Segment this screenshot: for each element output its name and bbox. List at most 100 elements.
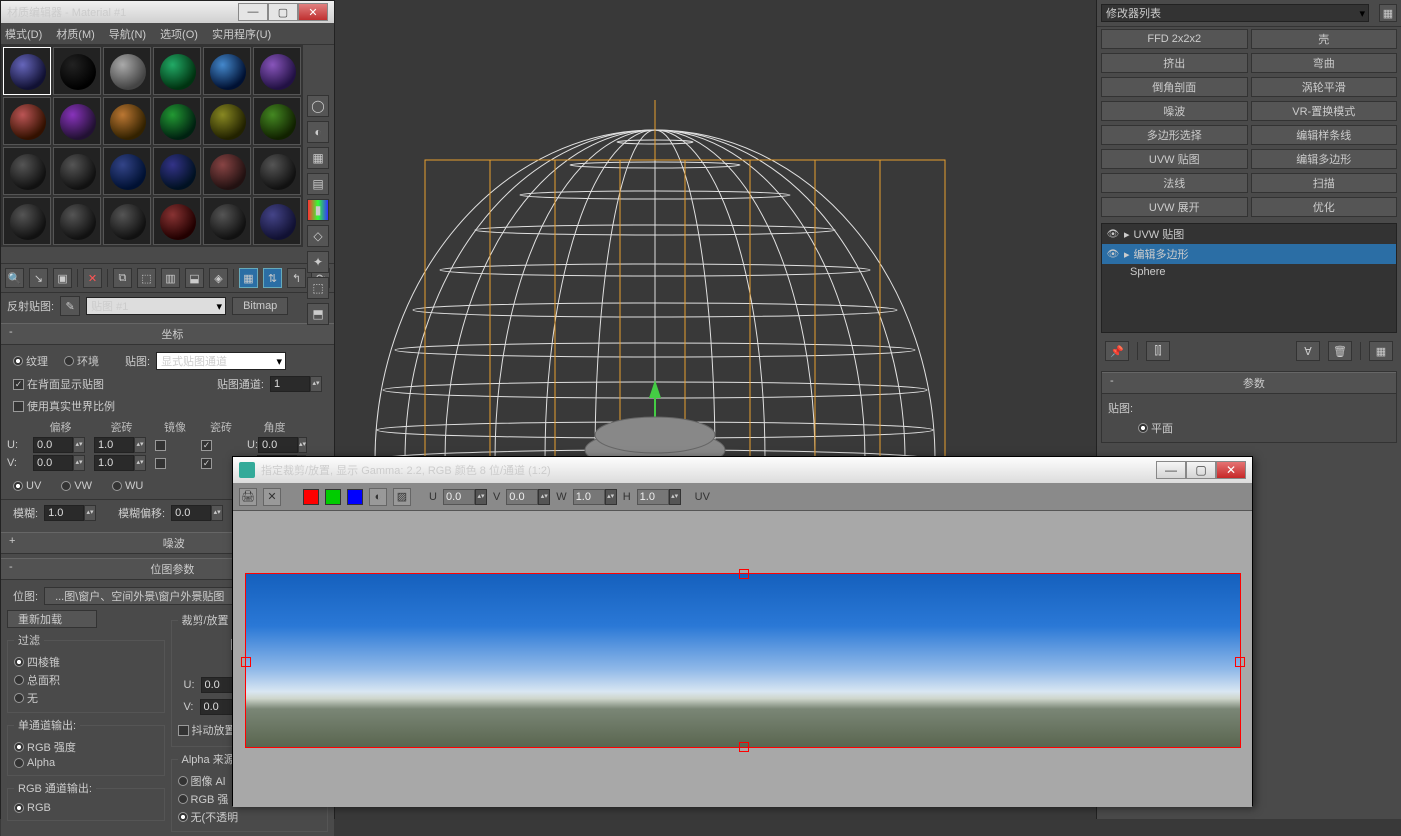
mat-id-button[interactable]: ⬓ [185, 268, 204, 288]
stack-item[interactable]: 👁▸UVW 贴图 [1102, 224, 1396, 244]
mod-button[interactable]: 编辑多边形 [1251, 149, 1398, 169]
stack-item[interactable]: Sphere [1102, 264, 1396, 280]
uv-tile-icon[interactable]: ▤ [307, 173, 329, 195]
v-mirror-check[interactable] [155, 458, 195, 469]
crop-minimize-button[interactable]: — [1156, 461, 1186, 479]
put-mat-button[interactable]: ↘ [29, 268, 48, 288]
sample-slot[interactable] [153, 197, 201, 245]
sample-slot[interactable] [153, 147, 201, 195]
mono-rgb-radio[interactable]: RGB 强度 [14, 739, 158, 755]
sample-slot[interactable] [3, 147, 51, 195]
close-button[interactable]: ✕ [298, 3, 328, 21]
show-back-check[interactable]: ✓在背面显示贴图 [13, 376, 104, 392]
delete-icon[interactable]: ✕ [263, 488, 281, 506]
pin-stack-button[interactable]: 📌 [1105, 341, 1129, 361]
vw-radio[interactable]: VW [61, 480, 92, 492]
material-editor-titlebar[interactable]: 材质编辑器 - Material #1 — ▢ ✕ [1, 1, 334, 23]
stack-item[interactable]: 👁▸编辑多边形 [1102, 244, 1396, 264]
sample-slot[interactable] [203, 97, 251, 145]
mat-id-icon[interactable]: ⬒ [307, 303, 329, 325]
backlight-icon[interactable]: ◐ [307, 121, 329, 143]
mod-button[interactable]: 挤出 [1101, 53, 1248, 73]
sample-slot[interactable] [253, 47, 301, 95]
sample-slot[interactable] [103, 147, 151, 195]
sample-slot[interactable] [3, 197, 51, 245]
mod-button[interactable]: 优化 [1251, 197, 1398, 217]
alpha-channel-button[interactable]: ◐ [369, 488, 387, 506]
params-header[interactable]: -参数 [1102, 372, 1396, 394]
sample-slot[interactable] [203, 197, 251, 245]
crop-close-button[interactable]: ✕ [1216, 461, 1246, 479]
print-icon[interactable]: 🖨 [239, 488, 257, 506]
show-map-button[interactable]: ▦ [239, 268, 258, 288]
maximize-button[interactable]: ▢ [268, 3, 298, 21]
map-channel-spinner[interactable]: ▴▾ [270, 376, 322, 392]
reset-button[interactable]: ✕ [83, 268, 102, 288]
make-copy-button[interactable]: ⧉ [113, 268, 132, 288]
mod-button[interactable]: 多边形选择 [1101, 125, 1248, 145]
background-icon[interactable]: ▦ [307, 147, 329, 169]
reload-button[interactable]: 重新加载 [7, 610, 97, 628]
minimize-button[interactable]: — [238, 3, 268, 21]
remove-mod-button[interactable]: 🗑 [1328, 341, 1352, 361]
mono-alpha-radio[interactable]: Alpha [14, 757, 158, 769]
mod-button[interactable]: 法线 [1101, 173, 1248, 193]
environment-radio[interactable]: 环境 [64, 353, 99, 369]
sample-slot[interactable] [103, 97, 151, 145]
sample-slot[interactable] [53, 197, 101, 245]
mod-button[interactable]: UVW 展开 [1101, 197, 1248, 217]
mod-button[interactable]: 噪波 [1101, 101, 1248, 121]
u-angle-spinner[interactable]: U:▴▾ [247, 437, 302, 453]
sample-slot[interactable] [103, 197, 151, 245]
v-offset-spinner[interactable]: ▴▾ [33, 455, 88, 471]
make-unique-button[interactable]: ∀ [1296, 341, 1320, 361]
crop-w-input[interactable]: ▴▾ [573, 489, 617, 505]
sample-slot[interactable] [53, 97, 101, 145]
map-type-button[interactable]: Bitmap [232, 297, 288, 315]
preview-icon[interactable]: ◇ [307, 225, 329, 247]
green-channel-button[interactable] [325, 489, 341, 505]
plane-radio[interactable]: 平面 [1138, 420, 1390, 436]
map-channel-type-combo[interactable]: 显式贴图通道 [156, 352, 286, 370]
sample-slot[interactable] [53, 147, 101, 195]
mod-button[interactable]: 编辑样条线 [1251, 125, 1398, 145]
crop-h-input[interactable]: ▴▾ [637, 489, 681, 505]
sample-slot[interactable] [253, 97, 301, 145]
crop-handle-right[interactable] [1235, 657, 1245, 667]
sample-slot[interactable] [153, 97, 201, 145]
crop-handle-left[interactable] [241, 657, 251, 667]
assign-button[interactable]: ▣ [53, 268, 72, 288]
sample-slot[interactable] [3, 47, 51, 95]
show-end-button[interactable]: ◈ [209, 268, 228, 288]
show-end-result-button[interactable]: ⫿⫿ [1146, 341, 1170, 361]
pick-map-icon[interactable]: ✎ [60, 296, 80, 316]
blur-spinner[interactable]: ▴▾ [44, 505, 96, 521]
crop-handle-bottom[interactable] [739, 742, 749, 752]
sample-slot[interactable] [103, 47, 151, 95]
mod-button[interactable]: 扫描 [1251, 173, 1398, 193]
u-tile-spinner[interactable]: ▴▾ [94, 437, 149, 453]
menu-options[interactable]: 选项(O) [160, 26, 198, 42]
mod-button[interactable]: FFD 2x2x2 [1101, 29, 1248, 49]
mod-button[interactable]: UVW 贴图 [1101, 149, 1248, 169]
filter-pyramid-radio[interactable]: 四棱锥 [14, 654, 158, 670]
sample-slot[interactable] [253, 147, 301, 195]
menu-navigate[interactable]: 导航(N) [109, 26, 146, 42]
crop-titlebar[interactable]: 指定裁剪/放置, 显示 Gamma: 2.2, RGB 颜色 8 位/通道 (1… [233, 457, 1252, 483]
coordinates-rollout-header[interactable]: -坐标 [1, 323, 334, 345]
crop-v-input[interactable]: ▴▾ [506, 489, 550, 505]
mod-button[interactable]: 弯曲 [1251, 53, 1398, 73]
menu-utilities[interactable]: 实用程序(U) [212, 26, 271, 42]
configure-sets-button[interactable]: ▦ [1369, 341, 1393, 361]
rgb-out-radio[interactable]: RGB [14, 802, 158, 814]
u-tile-check[interactable]: ✓ [201, 440, 241, 451]
modifier-stack[interactable]: 👁▸UVW 贴图 👁▸编辑多边形 Sphere [1101, 223, 1397, 333]
sample-type-icon[interactable]: ◯ [307, 95, 329, 117]
u-offset-spinner[interactable]: ▴▾ [33, 437, 88, 453]
mod-button[interactable]: 壳 [1251, 29, 1398, 49]
sample-slot[interactable] [3, 97, 51, 145]
alpha-none-radio[interactable]: 无(不透明 [178, 809, 322, 825]
filter-none-radio[interactable]: 无 [14, 690, 158, 706]
video-check-icon[interactable]: ▮ [307, 199, 329, 221]
uv-radio[interactable]: UV [13, 480, 41, 492]
